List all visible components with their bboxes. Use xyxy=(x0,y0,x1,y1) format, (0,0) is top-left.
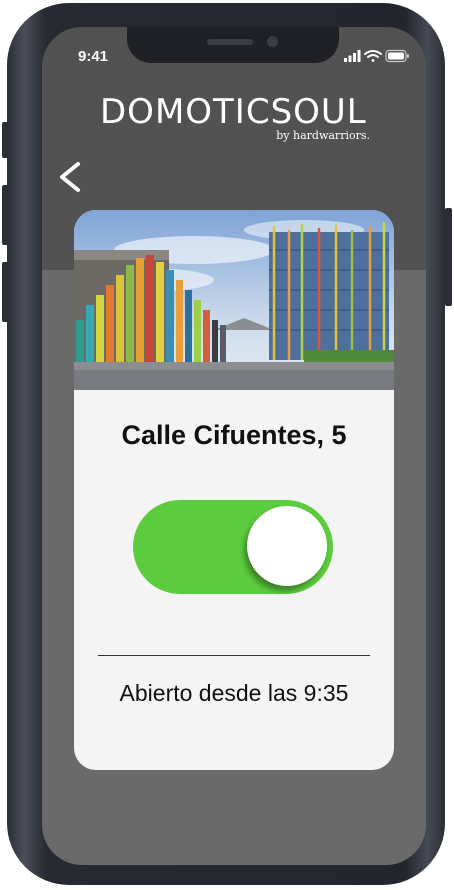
battery-icon xyxy=(385,49,409,63)
logo-wordmark: DOMOTICSOUL xyxy=(100,92,367,132)
silent-switch xyxy=(2,122,9,158)
notch xyxy=(127,27,339,63)
door-toggle[interactable] xyxy=(133,500,333,594)
volume-down-button xyxy=(2,262,9,322)
status-time: 9:41 xyxy=(78,48,109,65)
divider xyxy=(98,655,370,656)
door-status-text: Abierto desde las 9:35 xyxy=(119,680,349,706)
power-button xyxy=(445,208,452,306)
volume-up-button xyxy=(2,185,9,245)
door-card: Calle Cifuentes, 5 Abierto desde las 9:3… xyxy=(74,210,394,770)
front-camera xyxy=(267,36,278,47)
speaker-grille xyxy=(207,39,253,45)
door-address: Calle Cifuentes, 5 xyxy=(121,420,347,450)
app-screen: 9:41 DOMOTICSOUL by hardwarriors. Calle … xyxy=(42,27,426,865)
building-photo xyxy=(74,210,394,390)
status-icons xyxy=(344,49,409,63)
toggle-knob[interactable] xyxy=(247,506,327,586)
chevron-left-icon[interactable] xyxy=(56,159,86,195)
wifi-icon xyxy=(364,50,382,62)
phone-frame: 9:41 DOMOTICSOUL by hardwarriors. Calle … xyxy=(7,3,445,885)
app-logo: DOMOTICSOUL by hardwarriors. xyxy=(100,93,370,142)
signal-icon xyxy=(344,50,361,62)
